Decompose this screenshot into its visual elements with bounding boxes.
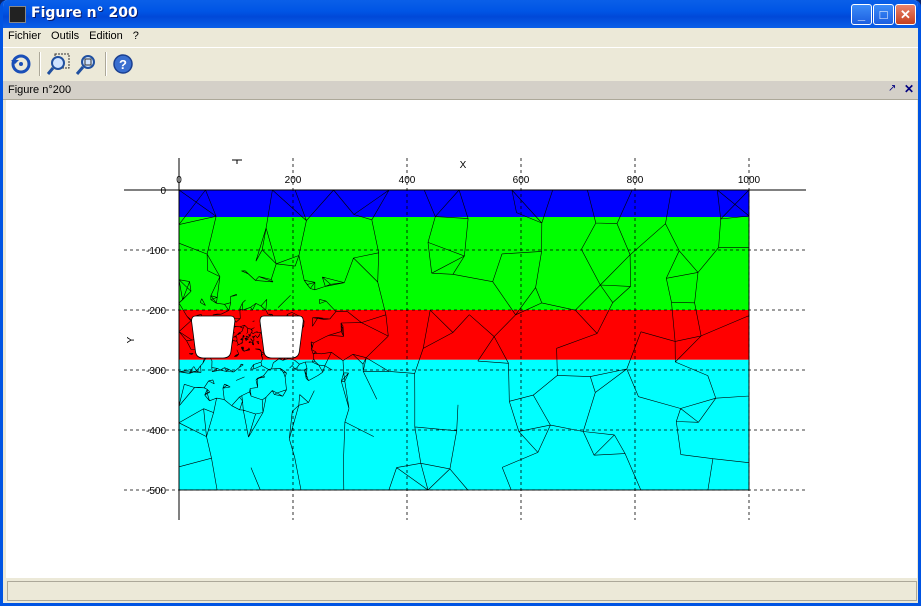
menu-outils[interactable]: Outils: [46, 28, 84, 42]
app-icon: [9, 6, 26, 23]
status-bar: [7, 581, 917, 601]
toolbar-separator: [105, 52, 107, 76]
window-title: Figure n° 200: [31, 5, 138, 21]
layer-0: [179, 190, 749, 217]
tunnel-hole-0: [191, 315, 236, 359]
menu-help[interactable]: ?: [128, 28, 144, 42]
figure-canvas[interactable]: 0 200 400 600 800 1000 0 -100 -200 -300 -400 -500 X…: [6, 100, 917, 578]
toolbar: ?: [3, 47, 918, 82]
zoom-in-icon[interactable]: [47, 52, 71, 76]
x-tick-label: 400: [399, 175, 416, 186]
app-window: Figure n° 200 _ □ ✕ Fichier Outils Edition…: [0, 0, 921, 606]
menu-bar: Fichier Outils Edition?: [3, 28, 918, 46]
y-tick-label: -400: [146, 426, 166, 437]
y-tick-label: -500: [146, 486, 166, 497]
title-bar[interactable]: Figure n° 200 _ □ ✕: [3, 0, 918, 28]
panel-header: Figure n°200 ↗ ✕: [3, 81, 918, 100]
close-button[interactable]: ✕: [895, 4, 916, 25]
close-icon: ✕: [900, 7, 911, 22]
undock-icon[interactable]: ↗: [888, 83, 896, 94]
minimize-button[interactable]: _: [851, 4, 872, 25]
panel-close-icon[interactable]: ✕: [904, 82, 914, 96]
x-tick-label: 0: [176, 175, 182, 186]
menu-fichier[interactable]: Fichier: [3, 28, 46, 42]
toolbar-separator: [39, 52, 41, 76]
tunnel-hole-1: [259, 315, 304, 359]
y-tick-label: -200: [146, 306, 166, 317]
zoom-fit-icon[interactable]: [75, 52, 99, 76]
help-icon[interactable]: ?: [111, 52, 135, 76]
minimize-icon: _: [857, 7, 866, 22]
x-tick-label: 200: [285, 175, 302, 186]
x-axis-label: X: [460, 160, 467, 171]
x-tick-label: 600: [513, 175, 530, 186]
y-tick-label: -100: [146, 246, 166, 257]
x-tick-label: 1000: [738, 175, 761, 186]
svg-text:?: ?: [119, 57, 127, 72]
panel-title: Figure n°200: [8, 84, 72, 96]
menu-edition[interactable]: Edition: [84, 28, 128, 42]
refresh-icon[interactable]: [9, 52, 33, 76]
y-axis-label: Y: [126, 336, 137, 343]
maximize-icon: □: [879, 7, 888, 22]
layer-1: [179, 217, 749, 310]
maximize-button[interactable]: □: [873, 4, 894, 25]
mesh-plot[interactable]: 0 200 400 600 800 1000 0 -100 -200 -300 -400 -500 X…: [6, 100, 917, 578]
x-tick-label: 800: [627, 175, 644, 186]
layer-3: [179, 359, 749, 490]
y-tick-label: 0: [160, 186, 166, 197]
y-tick-label: -300: [146, 366, 166, 377]
